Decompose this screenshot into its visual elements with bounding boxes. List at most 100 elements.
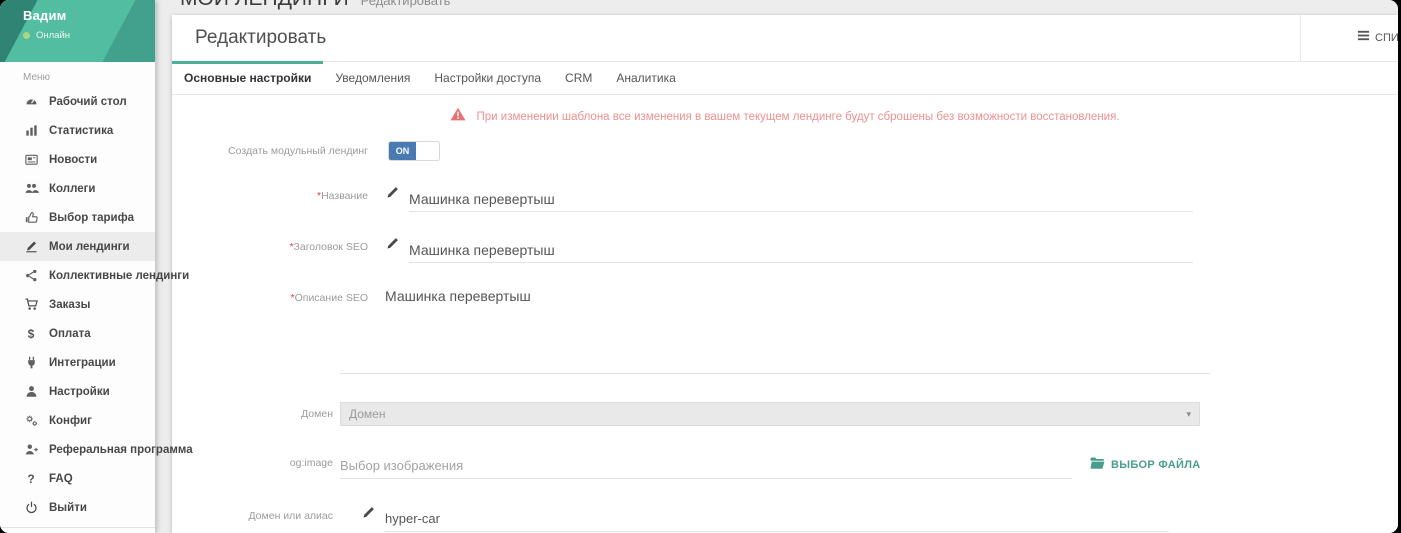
dashboard-gauge-icon bbox=[23, 94, 39, 110]
user-status: Онлайн bbox=[23, 30, 155, 41]
tab-notifications[interactable]: Уведомления bbox=[323, 62, 422, 94]
sidebar-divider bbox=[0, 527, 155, 528]
sidebar: Вадим Онлайн Меню Рабочий стол Статистик… bbox=[0, 0, 155, 533]
choose-file-button[interactable]: ВЫБОР ФАЙЛА bbox=[1090, 453, 1201, 474]
sidebar-item-label: Выйти bbox=[49, 502, 87, 514]
tab-access-settings[interactable]: Настройки доступа bbox=[422, 62, 553, 94]
landing-pen-icon bbox=[23, 239, 39, 255]
alias-input[interactable] bbox=[385, 506, 1169, 532]
form-row-modular: Создать модульный лендинг ON bbox=[172, 140, 1398, 162]
page-title: МОИ ЛЕНДИНГИ Редактировать bbox=[180, 0, 450, 11]
warning-triangle-icon bbox=[450, 107, 466, 126]
og-image-input[interactable] bbox=[340, 453, 1072, 479]
sidebar-item-label: Интеграции bbox=[49, 357, 116, 369]
share-icon bbox=[23, 268, 39, 284]
template-warning: При изменении шаблона все изменения в ва… bbox=[172, 107, 1398, 126]
list-button[interactable]: СПИСОК bbox=[1300, 15, 1398, 61]
sidebar-item-tariff[interactable]: Выбор тарифа bbox=[0, 203, 155, 232]
tab-main-settings[interactable]: Основные настройки bbox=[172, 62, 323, 94]
online-status-dot-icon bbox=[23, 32, 30, 39]
select-caret-icon: ▾ bbox=[1186, 409, 1191, 420]
sidebar-item-referral[interactable]: Реферальная программа bbox=[0, 435, 155, 464]
sidebar-item-integrations[interactable]: Интеграции bbox=[0, 348, 155, 377]
tab-label: Основные настройки bbox=[184, 71, 311, 85]
newspaper-icon bbox=[23, 152, 39, 168]
form-row-seo-title: *Заголовок SEO bbox=[172, 237, 1398, 264]
cart-icon bbox=[23, 297, 39, 313]
user-name: Вадим bbox=[23, 8, 155, 23]
tab-label: Аналитика bbox=[616, 71, 675, 85]
list-button-label: СПИСОК bbox=[1375, 32, 1398, 44]
form-row-og-image: og:image ВЫБОР ФАЙЛА bbox=[172, 453, 1398, 480]
sidebar-item-news[interactable]: Новости bbox=[0, 145, 155, 174]
pencil-icon bbox=[385, 237, 399, 250]
sidebar-item-label: FAQ bbox=[49, 473, 73, 485]
sidebar-item-settings[interactable]: Настройки bbox=[0, 377, 155, 406]
plug-icon bbox=[23, 355, 39, 371]
pencil-icon bbox=[361, 506, 375, 519]
question-icon: ? bbox=[23, 471, 39, 487]
power-icon bbox=[23, 500, 39, 516]
sidebar-item-label: Настройки bbox=[49, 386, 110, 398]
seo-description-textarea[interactable]: Машинка перевертыш bbox=[340, 288, 1210, 374]
dollar-icon: $ bbox=[23, 326, 39, 342]
edit-card: Редактировать СПИСОК Основные настройки … bbox=[172, 15, 1398, 533]
seo-description-label: *Описание SEO bbox=[172, 288, 368, 304]
main-area: МОИ ЛЕНДИНГИ Редактировать Редактировать… bbox=[155, 0, 1398, 533]
domain-select-value: Домен bbox=[349, 407, 1186, 421]
card-title: Редактировать bbox=[172, 27, 326, 49]
hand-pointer-icon bbox=[23, 210, 39, 226]
page-subtitle-text: Редактировать bbox=[361, 0, 451, 8]
menu-section-label: Меню bbox=[0, 62, 155, 87]
pencil-icon bbox=[385, 186, 399, 199]
form-row-seo-description: *Описание SEO Машинка перевертыш bbox=[172, 288, 1398, 375]
sidebar-item-orders[interactable]: Заказы bbox=[0, 290, 155, 319]
sidebar-item-my-landings[interactable]: Мои лендинги bbox=[0, 232, 155, 261]
tab-bar: Основные настройки Уведомления Настройки… bbox=[172, 62, 1398, 95]
choose-file-label: ВЫБОР ФАЙЛА bbox=[1111, 459, 1201, 471]
tab-label: Уведомления bbox=[335, 71, 410, 85]
sidebar-item-label: Конфиг bbox=[49, 415, 92, 427]
form-row-name: *Название bbox=[172, 186, 1398, 213]
toggle-on-label: ON bbox=[389, 142, 416, 160]
sidebar-item-shared-landings[interactable]: Коллективные лендинги bbox=[0, 261, 155, 290]
sidebar-user-header: Вадим Онлайн bbox=[0, 0, 155, 62]
sidebar-item-label: Реферальная программа bbox=[49, 444, 193, 456]
seo-title-label: *Заголовок SEO bbox=[172, 237, 368, 253]
sidebar-item-statistics[interactable]: Статистика bbox=[0, 116, 155, 145]
bar-chart-icon bbox=[23, 123, 39, 139]
list-icon bbox=[1357, 29, 1370, 47]
sidebar-item-dashboard[interactable]: Рабочий стол bbox=[0, 87, 155, 116]
card-header: Редактировать СПИСОК bbox=[172, 15, 1398, 62]
warning-text: При изменении шаблона все изменения в ва… bbox=[476, 111, 1119, 123]
sidebar-item-label: Рабочий стол bbox=[49, 96, 127, 108]
modular-label: Создать модульный лендинг bbox=[172, 145, 368, 157]
folder-icon bbox=[1090, 456, 1105, 474]
seo-title-input[interactable] bbox=[409, 237, 1193, 263]
modular-toggle[interactable]: ON bbox=[388, 141, 440, 161]
users-icon bbox=[23, 181, 39, 197]
sidebar-item-config[interactable]: Конфиг bbox=[0, 406, 155, 435]
sidebar-item-label: Заказы bbox=[49, 299, 90, 311]
sidebar-item-label: Статистика bbox=[49, 125, 113, 137]
tab-content: При изменении шаблона все изменения в ва… bbox=[172, 95, 1398, 533]
tab-crm[interactable]: CRM bbox=[553, 62, 604, 94]
user-plus-icon bbox=[23, 442, 39, 458]
domain-label: Домен bbox=[172, 408, 333, 420]
sidebar-item-colleagues[interactable]: Коллеги bbox=[0, 174, 155, 203]
sidebar-item-label: Выбор тарифа bbox=[49, 212, 134, 224]
tab-label: Настройки доступа bbox=[434, 71, 541, 85]
name-label: *Название bbox=[172, 186, 368, 202]
tab-label: CRM bbox=[565, 71, 592, 85]
alias-label: Домен или алиас bbox=[172, 506, 333, 522]
sidebar-item-payment[interactable]: $ Оплата bbox=[0, 319, 155, 348]
sidebar-item-label: Мои лендинги bbox=[49, 241, 130, 253]
name-input[interactable] bbox=[409, 186, 1193, 212]
user-status-label: Онлайн bbox=[36, 30, 70, 41]
gears-icon bbox=[23, 413, 39, 429]
sidebar-item-logout[interactable]: Выйти bbox=[0, 493, 155, 522]
user-icon bbox=[23, 384, 39, 400]
tab-analytics[interactable]: Аналитика bbox=[604, 62, 687, 94]
domain-select[interactable]: Домен ▾ bbox=[340, 402, 1200, 426]
sidebar-item-faq[interactable]: ? FAQ bbox=[0, 464, 155, 493]
